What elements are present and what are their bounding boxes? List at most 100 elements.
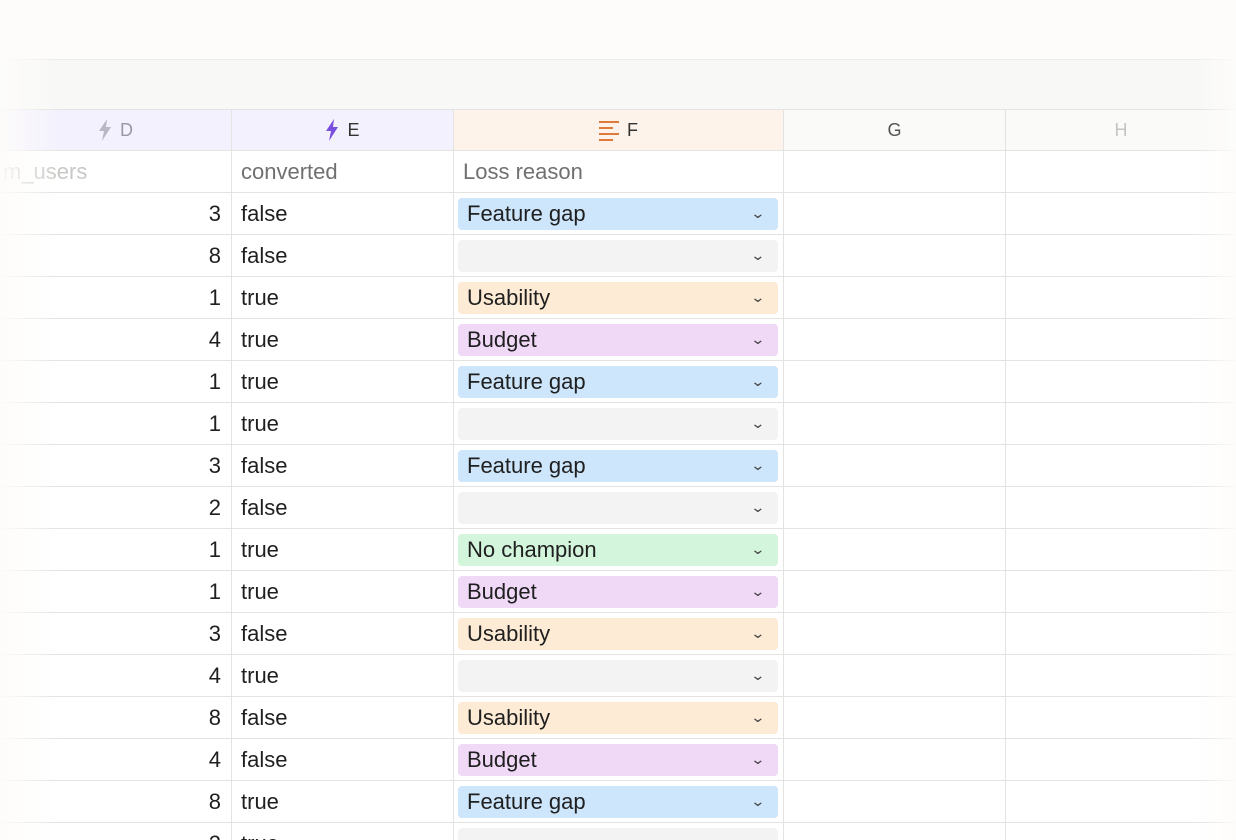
chevron-down-icon[interactable]: ⌄ xyxy=(751,457,766,474)
cell-d[interactable]: 3 xyxy=(0,613,232,655)
cell-h[interactable] xyxy=(1006,781,1236,823)
cell-g[interactable] xyxy=(784,739,1006,781)
cell-h[interactable] xyxy=(1006,823,1236,840)
cell-h[interactable] xyxy=(1006,403,1236,445)
cell-f[interactable]: ⌄ xyxy=(454,235,784,277)
cell-g[interactable] xyxy=(784,697,1006,739)
cell-e[interactable]: true xyxy=(232,655,454,697)
cell-g[interactable] xyxy=(784,445,1006,487)
cell-f[interactable]: ⌄ xyxy=(454,487,784,529)
cell-f[interactable]: Usability ⌄ xyxy=(454,613,784,655)
cell-h[interactable] xyxy=(1006,193,1236,235)
cell-f[interactable]: Budget ⌄ xyxy=(454,739,784,781)
cell-d[interactable]: 2 xyxy=(0,487,232,529)
field-name-g[interactable] xyxy=(784,151,1006,193)
cell-f[interactable]: No champion ⌄ xyxy=(454,529,784,571)
column-header-e[interactable]: E xyxy=(232,109,454,151)
cell-d[interactable]: 1 xyxy=(0,529,232,571)
cell-f[interactable]: Feature gap ⌄ xyxy=(454,193,784,235)
cell-h[interactable] xyxy=(1006,529,1236,571)
loss-reason-select[interactable]: Feature gap ⌄ xyxy=(458,449,778,482)
cell-f[interactable]: ⌄ xyxy=(454,823,784,840)
cell-e[interactable]: false xyxy=(232,739,454,781)
cell-g[interactable] xyxy=(784,319,1006,361)
cell-g[interactable] xyxy=(784,235,1006,277)
chevron-down-icon[interactable]: ⌄ xyxy=(751,289,766,306)
cell-h[interactable] xyxy=(1006,277,1236,319)
cell-h[interactable] xyxy=(1006,361,1236,403)
loss-reason-select[interactable]: Usability ⌄ xyxy=(458,617,778,650)
cell-f[interactable]: ⌄ xyxy=(454,403,784,445)
cell-e[interactable]: false xyxy=(232,697,454,739)
column-header-g[interactable]: G xyxy=(784,109,1006,151)
cell-e[interactable]: true xyxy=(232,781,454,823)
cell-d[interactable]: 1 xyxy=(0,361,232,403)
cell-e[interactable]: true xyxy=(232,319,454,361)
cell-f[interactable]: Feature gap ⌄ xyxy=(454,445,784,487)
cell-e[interactable]: false xyxy=(232,235,454,277)
field-name-h[interactable] xyxy=(1006,151,1236,193)
cell-g[interactable] xyxy=(784,193,1006,235)
chevron-down-icon[interactable]: ⌄ xyxy=(751,793,766,810)
loss-reason-select[interactable]: ⌄ xyxy=(458,491,778,524)
cell-f[interactable]: ⌄ xyxy=(454,655,784,697)
cell-e[interactable]: false xyxy=(232,193,454,235)
chevron-down-icon[interactable]: ⌄ xyxy=(751,835,766,840)
cell-e[interactable]: true xyxy=(232,823,454,840)
cell-h[interactable] xyxy=(1006,571,1236,613)
chevron-down-icon[interactable]: ⌄ xyxy=(751,541,766,558)
chevron-down-icon[interactable]: ⌄ xyxy=(751,415,766,432)
loss-reason-select[interactable]: ⌄ xyxy=(458,239,778,272)
chevron-down-icon[interactable]: ⌄ xyxy=(751,247,766,264)
cell-f[interactable]: Usability ⌄ xyxy=(454,277,784,319)
chevron-down-icon[interactable]: ⌄ xyxy=(751,205,766,222)
cell-h[interactable] xyxy=(1006,487,1236,529)
cell-e[interactable]: false xyxy=(232,445,454,487)
cell-g[interactable] xyxy=(784,403,1006,445)
cell-g[interactable] xyxy=(784,571,1006,613)
loss-reason-select[interactable]: ⌄ xyxy=(458,659,778,692)
column-header-f[interactable]: F xyxy=(454,109,784,151)
cell-h[interactable] xyxy=(1006,655,1236,697)
cell-h[interactable] xyxy=(1006,697,1236,739)
loss-reason-select[interactable]: Feature gap ⌄ xyxy=(458,785,778,818)
cell-f[interactable]: Feature gap ⌄ xyxy=(454,361,784,403)
cell-h[interactable] xyxy=(1006,235,1236,277)
loss-reason-select[interactable]: Budget ⌄ xyxy=(458,743,778,776)
cell-g[interactable] xyxy=(784,277,1006,319)
cell-e[interactable]: true xyxy=(232,403,454,445)
cell-g[interactable] xyxy=(784,655,1006,697)
cell-g[interactable] xyxy=(784,823,1006,840)
cell-e[interactable]: false xyxy=(232,487,454,529)
loss-reason-select[interactable]: ⌄ xyxy=(458,407,778,440)
cell-g[interactable] xyxy=(784,613,1006,655)
cell-e[interactable]: true xyxy=(232,529,454,571)
chevron-down-icon[interactable]: ⌄ xyxy=(751,331,766,348)
cell-e[interactable]: false xyxy=(232,613,454,655)
cell-d[interactable]: 3 xyxy=(0,193,232,235)
cell-d[interactable]: 3 xyxy=(0,445,232,487)
loss-reason-select[interactable]: ⌄ xyxy=(458,827,778,840)
cell-d[interactable]: 8 xyxy=(0,781,232,823)
cell-d[interactable]: 4 xyxy=(0,319,232,361)
cell-d[interactable]: 4 xyxy=(0,739,232,781)
chevron-down-icon[interactable]: ⌄ xyxy=(751,499,766,516)
cell-d[interactable]: 1 xyxy=(0,277,232,319)
cell-h[interactable] xyxy=(1006,613,1236,655)
loss-reason-select[interactable]: Feature gap ⌄ xyxy=(458,197,778,230)
chevron-down-icon[interactable]: ⌄ xyxy=(751,667,766,684)
cell-h[interactable] xyxy=(1006,739,1236,781)
chevron-down-icon[interactable]: ⌄ xyxy=(751,625,766,642)
cell-e[interactable]: true xyxy=(232,277,454,319)
cell-d[interactable]: 2 xyxy=(0,823,232,840)
cell-e[interactable]: true xyxy=(232,361,454,403)
cell-d[interactable]: 1 xyxy=(0,403,232,445)
cell-d[interactable]: 8 xyxy=(0,697,232,739)
chevron-down-icon[interactable]: ⌄ xyxy=(751,751,766,768)
loss-reason-select[interactable]: No champion ⌄ xyxy=(458,533,778,566)
cell-g[interactable] xyxy=(784,781,1006,823)
cell-f[interactable]: Budget ⌄ xyxy=(454,319,784,361)
field-name-e[interactable]: converted xyxy=(232,151,454,193)
column-header-d[interactable]: D xyxy=(0,109,232,151)
cell-f[interactable]: Feature gap ⌄ xyxy=(454,781,784,823)
